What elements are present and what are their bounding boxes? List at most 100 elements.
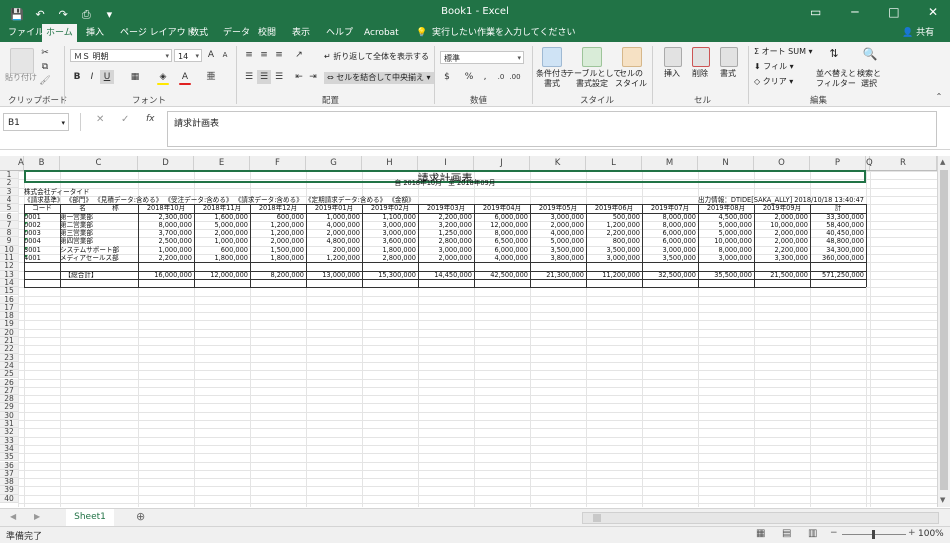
amount-cell[interactable]: 1,250,000 [418, 229, 474, 237]
amount-cell[interactable]: 3,800,000 [530, 254, 586, 262]
amount-cell[interactable]: 3,200,000 [418, 221, 474, 229]
total-amount-cell[interactable]: 571,250,000 [810, 271, 866, 279]
enter-icon[interactable]: ✓ [121, 114, 129, 125]
amount-cell[interactable]: 360,000,000 [810, 254, 866, 262]
collapse-ribbon-icon[interactable]: ⌃ [932, 90, 946, 104]
amount-cell[interactable]: 1,200,000 [306, 254, 362, 262]
insert-function-icon[interactable]: fx [146, 114, 155, 124]
format-as-table-icon[interactable] [582, 47, 602, 67]
total-amount-cell[interactable]: 35,500,000 [698, 271, 754, 279]
total-amount-cell[interactable]: 11,200,000 [586, 271, 642, 279]
amount-cell[interactable]: 1,800,000 [250, 254, 306, 262]
amount-cell[interactable]: 3,700,000 [138, 229, 194, 237]
column-title-cell[interactable]: 2019年09月 [754, 204, 810, 212]
amount-cell[interactable]: 2,800,000 [362, 254, 418, 262]
row-label-cell[interactable]: システムサポート部 [60, 246, 138, 254]
amount-cell[interactable]: 40,450,000 [810, 229, 866, 237]
amount-cell[interactable]: 1,000,000 [138, 246, 194, 254]
amount-cell[interactable]: 5,000,000 [698, 229, 754, 237]
amount-cell[interactable]: 2,300,000 [138, 213, 194, 221]
amount-cell[interactable]: 2,800,000 [418, 237, 474, 245]
amount-cell[interactable]: 2,000,000 [754, 229, 810, 237]
row-label-cell[interactable]: 第三営業部 [60, 229, 138, 237]
amount-cell[interactable]: 500,000 [586, 213, 642, 221]
horizontal-scrollbar[interactable] [582, 512, 939, 524]
conditional-formatting-icon[interactable] [542, 47, 562, 67]
share-button[interactable]: 👤 共有 [898, 24, 938, 42]
total-amount-cell[interactable]: 8,200,000 [250, 271, 306, 279]
row-label-cell[interactable]: 0002 [24, 221, 60, 229]
row-label-cell[interactable]: メディアセールス部 [60, 254, 138, 262]
cancel-icon[interactable]: ✕ [96, 114, 104, 125]
amount-cell[interactable]: 4,000,000 [306, 221, 362, 229]
close-button[interactable]: ✕ [916, 0, 950, 24]
amount-cell[interactable]: 3,500,000 [642, 254, 698, 262]
amount-cell[interactable]: 2,000,000 [194, 229, 250, 237]
hscroll-thumb[interactable] [593, 514, 601, 522]
row-label-cell[interactable]: 第二営業部 [60, 221, 138, 229]
column-title-cell[interactable]: 名 称 [60, 204, 138, 212]
clear-button[interactable]: ◇ クリア ▾ [754, 77, 793, 87]
total-amount-cell[interactable]: 15,300,000 [362, 271, 418, 279]
scroll-up-icon[interactable]: ▲ [940, 158, 945, 166]
paste-icon[interactable] [10, 48, 34, 74]
amount-cell[interactable]: 6,000,000 [474, 213, 530, 221]
cell-styles-icon[interactable] [622, 47, 642, 67]
column-title-cell[interactable]: 2018年10月 [138, 204, 194, 212]
amount-cell[interactable]: 1,100,000 [362, 213, 418, 221]
amount-cell[interactable]: 3,000,000 [698, 254, 754, 262]
column-title-cell[interactable]: 2019年02月 [362, 204, 418, 212]
increase-indent-icon[interactable]: ⇥ [306, 70, 320, 84]
delete-cells-icon[interactable] [692, 47, 710, 67]
decrease-indent-icon[interactable]: ⇤ [292, 70, 306, 84]
prev-sheet-icon[interactable]: ◀ [10, 512, 16, 521]
copy-icon[interactable]: ⧉ [38, 60, 52, 74]
underline-button[interactable]: U [100, 70, 114, 84]
amount-cell[interactable]: 1,200,000 [250, 229, 306, 237]
restore-button[interactable]: □ [877, 0, 911, 24]
next-sheet-icon[interactable]: ▶ [34, 512, 40, 521]
total-amount-cell[interactable]: 21,300,000 [530, 271, 586, 279]
row-label-cell[interactable]: 4001 [24, 254, 60, 262]
row-label-cell[interactable]: 3001 [24, 246, 60, 254]
amount-cell[interactable]: 1,800,000 [362, 246, 418, 254]
output-info-cell[interactable]: 出力情報：DTIDE[SAKA_ALLY] 2018/10/18 13:40:4… [586, 196, 866, 204]
amount-cell[interactable]: 3,000,000 [362, 229, 418, 237]
amount-cell[interactable]: 3,000,000 [586, 254, 642, 262]
amount-cell[interactable]: 800,000 [586, 237, 642, 245]
amount-cell[interactable]: 2,200,000 [138, 254, 194, 262]
scroll-thumb[interactable] [940, 170, 948, 490]
amount-cell[interactable]: 34,300,000 [810, 246, 866, 254]
zoom-in-icon[interactable]: + [908, 528, 916, 538]
row-label-cell[interactable]: 第四営業部 [60, 237, 138, 245]
amount-cell[interactable]: 3,500,000 [530, 246, 586, 254]
sort-filter-icon[interactable]: ⇅ [826, 47, 842, 65]
amount-cell[interactable]: 3,600,000 [362, 237, 418, 245]
total-amount-cell[interactable]: 14,450,000 [418, 271, 474, 279]
grow-font-button[interactable]: A [204, 48, 218, 62]
name-box[interactable]: B1 ▾ [3, 113, 69, 131]
amount-cell[interactable]: 600,000 [250, 213, 306, 221]
tab-insert[interactable]: 挿入 [82, 24, 108, 42]
amount-cell[interactable]: 5,000,000 [194, 221, 250, 229]
amount-cell[interactable]: 2,500,000 [138, 237, 194, 245]
amount-cell[interactable]: 5,000,000 [530, 237, 586, 245]
amount-cell[interactable]: 1,800,000 [194, 254, 250, 262]
total-amount-cell[interactable]: 32,500,000 [642, 271, 698, 279]
row-label-cell[interactable]: 0003 [24, 229, 60, 237]
italic-button[interactable]: I [85, 70, 99, 84]
amount-cell[interactable]: 2,000,000 [306, 229, 362, 237]
total-amount-cell[interactable]: 12,000,000 [194, 271, 250, 279]
amount-cell[interactable]: 1,200,000 [586, 221, 642, 229]
ribbon-options-icon[interactable]: ▭ [799, 0, 833, 24]
shrink-font-button[interactable]: A [218, 48, 232, 62]
align-bottom-icon[interactable]: ≡ [272, 48, 286, 62]
tab-acrobat[interactable]: Acrobat [360, 24, 403, 42]
amount-cell[interactable]: 2,000,000 [754, 213, 810, 221]
column-title-cell[interactable]: 2018年11月 [194, 204, 250, 212]
amount-cell[interactable]: 2,000,000 [418, 254, 474, 262]
amount-cell[interactable]: 4,000,000 [474, 254, 530, 262]
vertical-scrollbar[interactable]: ▲ ▼ [937, 156, 950, 507]
column-title-cell[interactable]: コード [24, 204, 60, 212]
zoom-out-icon[interactable]: − [830, 528, 838, 538]
